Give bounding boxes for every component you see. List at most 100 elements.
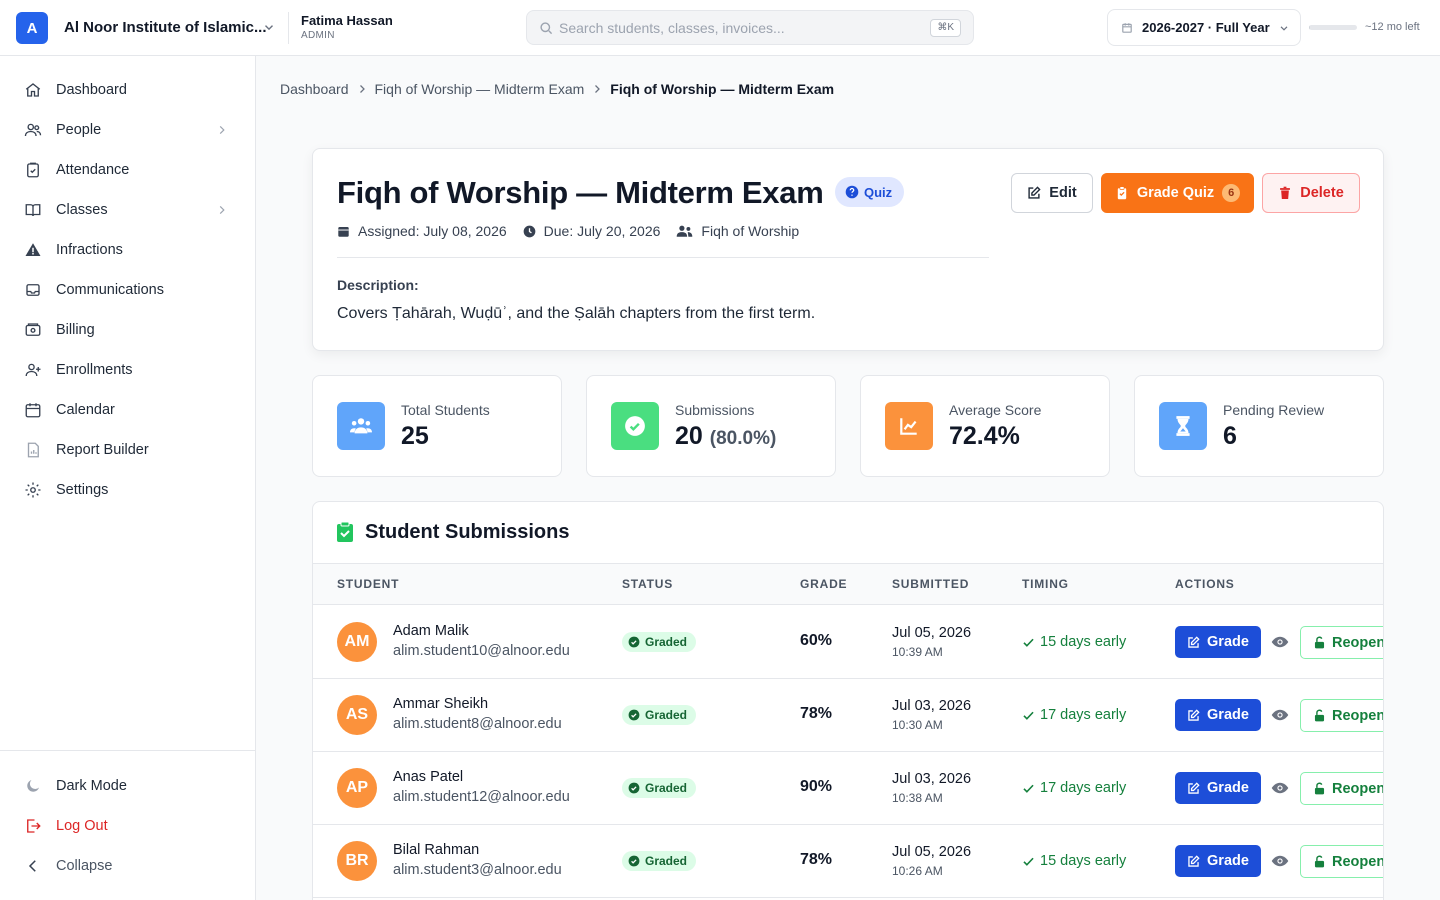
org-name[interactable]: Al Noor Institute of Islamic... xyxy=(64,19,267,36)
due-date: Due: July 20, 2026 xyxy=(523,223,660,239)
view-button[interactable] xyxy=(1271,852,1289,870)
collapse-label: Collapse xyxy=(56,858,113,874)
grade-button[interactable]: Grade xyxy=(1175,772,1261,804)
sidebar-item-infractions[interactable]: Infractions xyxy=(12,232,244,268)
chevron-down-icon[interactable] xyxy=(262,20,276,34)
sidebar-item-label: People xyxy=(56,122,102,138)
column-header: STUDENT xyxy=(337,577,400,591)
year-remaining: ~12 mo left xyxy=(1365,21,1420,33)
calendar-icon xyxy=(338,226,349,237)
status-label: Graded xyxy=(645,635,688,649)
timing: 17 days early xyxy=(1022,780,1126,796)
sidebar-item-calendar[interactable]: Calendar xyxy=(12,392,244,428)
check-icon xyxy=(1023,784,1034,793)
org-logo[interactable]: A xyxy=(16,12,48,44)
grade-button[interactable]: Grade xyxy=(1175,699,1261,731)
sidebar-item-report-builder[interactable]: Report Builder xyxy=(12,432,244,468)
student-name[interactable]: Anas Patel xyxy=(393,769,463,785)
student-name[interactable]: Bilal Rahman xyxy=(393,842,479,858)
sidebar-item-classes[interactable]: Classes xyxy=(12,192,244,228)
inbox-icon xyxy=(26,284,40,296)
view-button[interactable] xyxy=(1271,633,1289,651)
dark-mode-toggle[interactable]: Dark Mode xyxy=(12,768,244,804)
check-circle-icon xyxy=(628,709,640,721)
users-icon xyxy=(677,225,693,237)
submitted-time: 10:39 AM xyxy=(892,645,943,659)
column-header: STATUS xyxy=(622,577,674,591)
grade-quiz-button[interactable]: Grade Quiz 6 xyxy=(1101,173,1254,213)
status-badge: Graded xyxy=(622,632,697,652)
grade-value: 90% xyxy=(800,778,833,795)
student-name[interactable]: Adam Malik xyxy=(393,623,469,639)
sidebar-item-label: Enrollments xyxy=(56,362,133,378)
status-label: Graded xyxy=(645,708,688,722)
top-bar: A Al Noor Institute of Islamic... Fatima… xyxy=(0,0,1440,56)
sidebar-item-attendance[interactable]: Attendance xyxy=(12,152,244,188)
stat-value: 72.4% xyxy=(949,422,1020,451)
delete-button[interactable]: Delete xyxy=(1262,173,1360,213)
submitted-time: 10:30 AM xyxy=(892,718,943,732)
eye-icon xyxy=(1271,636,1289,648)
dark-mode-label: Dark Mode xyxy=(56,778,127,794)
student-email: alim.student12@alnoor.edu xyxy=(393,789,570,805)
global-search[interactable]: ⌘K xyxy=(526,10,974,45)
reopen-button[interactable]: Reopen xyxy=(1300,772,1383,805)
sidebar-item-enrollments[interactable]: Enrollments xyxy=(12,352,244,388)
reopen-button[interactable]: Reopen xyxy=(1300,845,1384,878)
sidebar-item-communications[interactable]: Communications xyxy=(12,272,244,308)
moon-icon xyxy=(27,780,39,792)
submitted-date: Jul 05, 2026 xyxy=(892,844,972,860)
user-name: Fatima Hassan xyxy=(301,13,393,28)
user-role: ADMIN xyxy=(301,30,335,41)
logout-button[interactable]: Log Out xyxy=(12,808,244,844)
submitted-date: Jul 05, 2026 xyxy=(892,625,972,641)
table-row: AM Adam Malik alim.student10@alnoor.edu … xyxy=(313,606,1383,679)
reopen-button-label: Reopen xyxy=(1332,853,1384,870)
column-header: GRADE xyxy=(800,577,848,591)
grade-button[interactable]: Grade xyxy=(1175,626,1261,658)
grade-button-label: Grade xyxy=(1207,780,1249,796)
users-icon xyxy=(24,123,42,137)
sidebar: Dashboard People Attendance Classes Infr… xyxy=(0,56,256,900)
reopen-button[interactable]: Reopen xyxy=(1300,626,1383,659)
edit-button-label: Edit xyxy=(1049,185,1077,201)
breadcrumb-item[interactable]: Dashboard xyxy=(280,81,349,97)
stat-label: Submissions xyxy=(675,402,755,418)
edit-button[interactable]: Edit xyxy=(1011,173,1093,213)
calendar-icon xyxy=(25,403,41,418)
collapse-sidebar-button[interactable]: Collapse xyxy=(12,848,244,884)
search-input[interactable] xyxy=(559,17,939,39)
assignment-meta: Assigned: July 08, 2026 Due: July 20, 20… xyxy=(337,223,815,239)
clock-icon xyxy=(523,225,536,237)
student-name[interactable]: Ammar Sheikh xyxy=(393,696,488,712)
chevron-right-icon xyxy=(595,85,601,93)
view-button[interactable] xyxy=(1271,779,1289,797)
check-circle-icon xyxy=(628,782,640,794)
sidebar-item-settings[interactable]: Settings xyxy=(12,472,244,508)
reopen-button[interactable]: Reopen xyxy=(1300,699,1383,732)
avatar: AS xyxy=(337,695,377,735)
sidebar-item-people[interactable]: People xyxy=(12,112,244,148)
grade-button-label: Grade xyxy=(1207,707,1249,723)
year-progress-bar xyxy=(1309,25,1357,30)
student-email: alim.student10@alnoor.edu xyxy=(393,643,570,659)
sidebar-item-billing[interactable]: Billing xyxy=(12,312,244,348)
academic-year-label: 2026-2027 · Full Year xyxy=(1142,20,1270,35)
keyboard-shortcut: ⌘K xyxy=(930,19,961,37)
stat-pending-review: Pending Review 6 xyxy=(1134,375,1384,477)
sidebar-item-dashboard[interactable]: Dashboard xyxy=(12,72,244,108)
edit-icon xyxy=(1188,854,1200,867)
stat-label: Total Students xyxy=(401,402,490,418)
breadcrumb-item[interactable]: Fiqh of Worship — Midterm Exam xyxy=(375,81,585,97)
unlock-icon xyxy=(1314,855,1325,868)
breadcrumb-current: Fiqh of Worship — Midterm Exam xyxy=(610,81,835,97)
calendar-icon xyxy=(1122,23,1132,33)
student-email: alim.student8@alnoor.edu xyxy=(393,716,562,732)
status-badge: Graded xyxy=(622,705,697,725)
avatar: AP xyxy=(337,768,377,808)
check-circle-icon xyxy=(628,636,640,648)
grade-button[interactable]: Grade xyxy=(1175,845,1261,877)
column-header: ACTIONS xyxy=(1175,577,1235,591)
academic-year-select[interactable]: 2026-2027 · Full Year xyxy=(1107,9,1301,46)
view-button[interactable] xyxy=(1271,706,1289,724)
